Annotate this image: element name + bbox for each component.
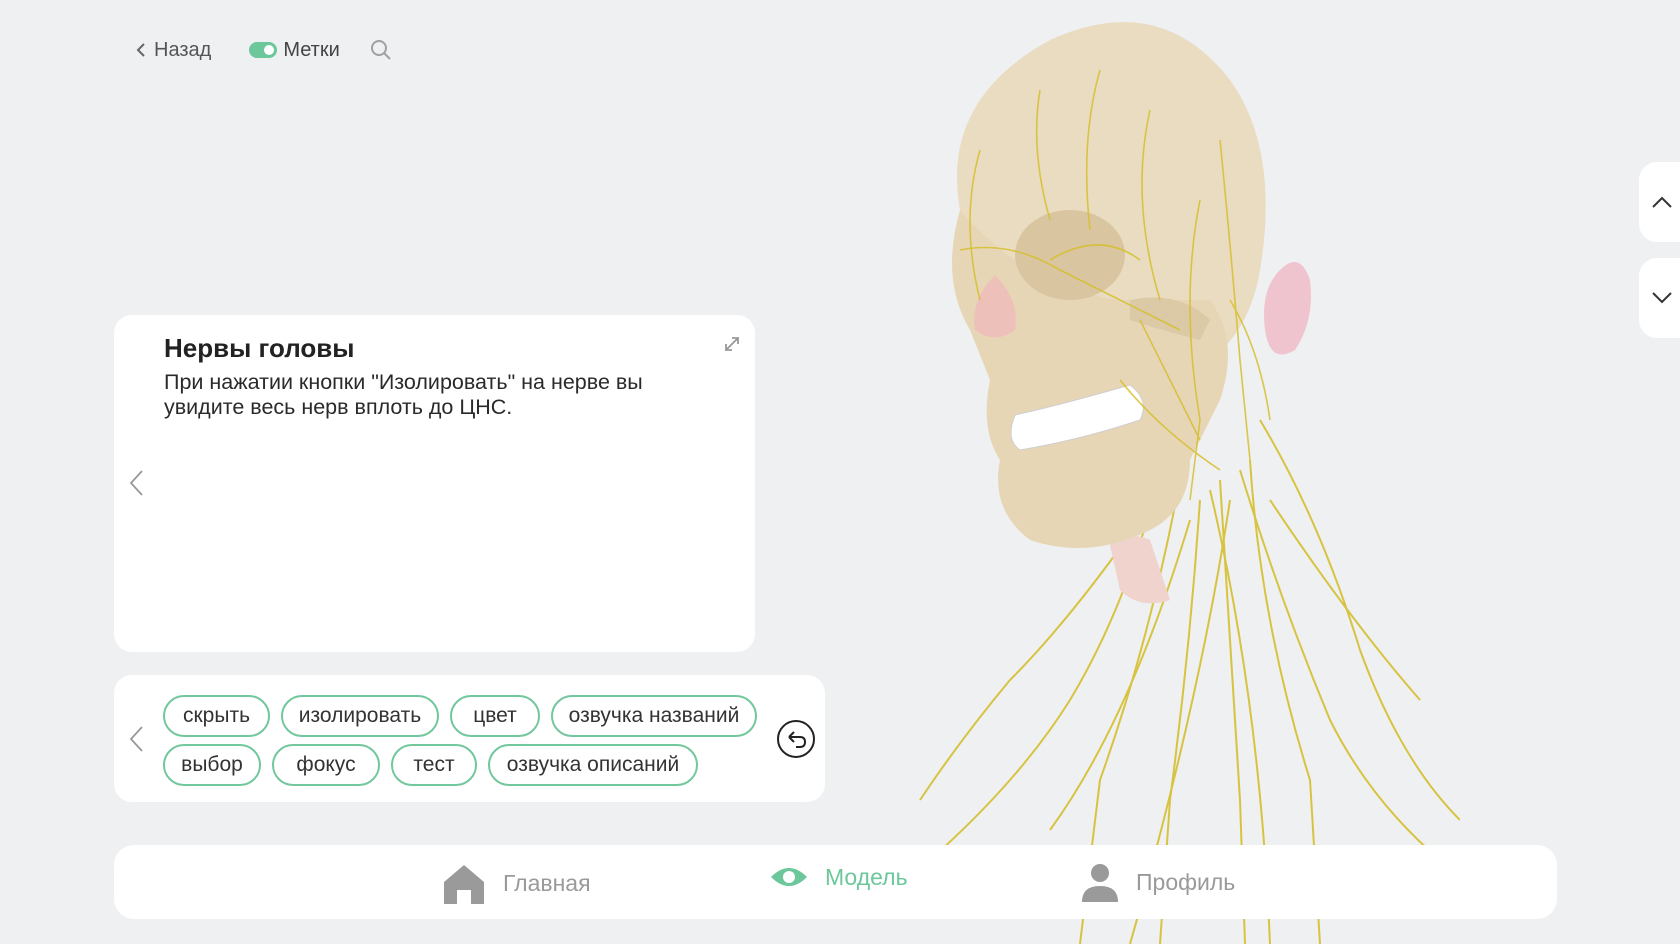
voice-descriptions-button[interactable]: озвучка описаний <box>488 744 698 786</box>
search-icon <box>370 40 391 60</box>
top-bar: Назад Метки <box>136 36 392 64</box>
actions-prev-button[interactable] <box>128 725 144 758</box>
nav-profile-label: Профиль <box>1136 868 1236 895</box>
color-button[interactable]: цвет <box>450 695 540 737</box>
back-label: Назад <box>154 38 212 61</box>
home-icon <box>444 865 484 904</box>
card-description: При нажатии кнопки "Изолировать" на нерв… <box>164 370 643 419</box>
actions-row-2: выбор фокус тест озвучка описаний <box>163 744 709 786</box>
voice-names-button[interactable]: озвучка названий <box>551 695 757 737</box>
nav-model-label: Модель <box>825 863 908 890</box>
select-button[interactable]: выбор <box>163 744 261 786</box>
chevron-left-icon <box>129 726 143 752</box>
chevron-up-icon <box>1652 196 1672 208</box>
actions-panel: скрыть изолировать цвет озвучка названий… <box>114 675 825 802</box>
undo-icon <box>777 720 815 758</box>
skull-nerve-model[interactable] <box>900 0 1460 944</box>
card-title: Нервы головы <box>164 333 355 363</box>
isolate-button[interactable]: изолировать <box>281 695 439 737</box>
nav-home-label: Главная <box>503 869 591 896</box>
search-button[interactable] <box>370 39 392 61</box>
hide-button[interactable]: скрыть <box>163 695 270 737</box>
scroll-down-button[interactable] <box>1639 258 1680 338</box>
nav-profile[interactable]: Профиль <box>1080 862 1235 902</box>
user-icon <box>1082 864 1118 902</box>
chevron-left-icon <box>129 470 143 496</box>
labels-toggle[interactable]: Метки <box>249 38 340 62</box>
eye-icon <box>771 868 807 886</box>
chevron-down-icon <box>1652 292 1672 304</box>
scroll-up-button[interactable] <box>1639 162 1680 242</box>
test-button[interactable]: тест <box>391 744 477 786</box>
info-card: Нервы головы При нажатии кнопки "Изолиро… <box>114 315 755 652</box>
actions-row-1: скрыть изолировать цвет озвучка названий <box>163 695 768 737</box>
nav-model[interactable]: Модель <box>769 862 908 892</box>
chevron-left-icon <box>136 43 145 57</box>
toggle-switch[interactable] <box>249 42 278 58</box>
card-prev-button[interactable] <box>128 469 144 502</box>
undo-button[interactable] <box>776 719 816 764</box>
expand-icon <box>725 337 739 351</box>
back-button[interactable]: Назад <box>136 39 211 62</box>
labels-toggle-label: Метки <box>283 38 340 61</box>
bottom-nav: Главная Модель Профиль <box>114 845 1557 919</box>
expand-button[interactable] <box>723 335 741 358</box>
nav-home[interactable]: Главная <box>441 862 591 904</box>
focus-button[interactable]: фокус <box>272 744 380 786</box>
